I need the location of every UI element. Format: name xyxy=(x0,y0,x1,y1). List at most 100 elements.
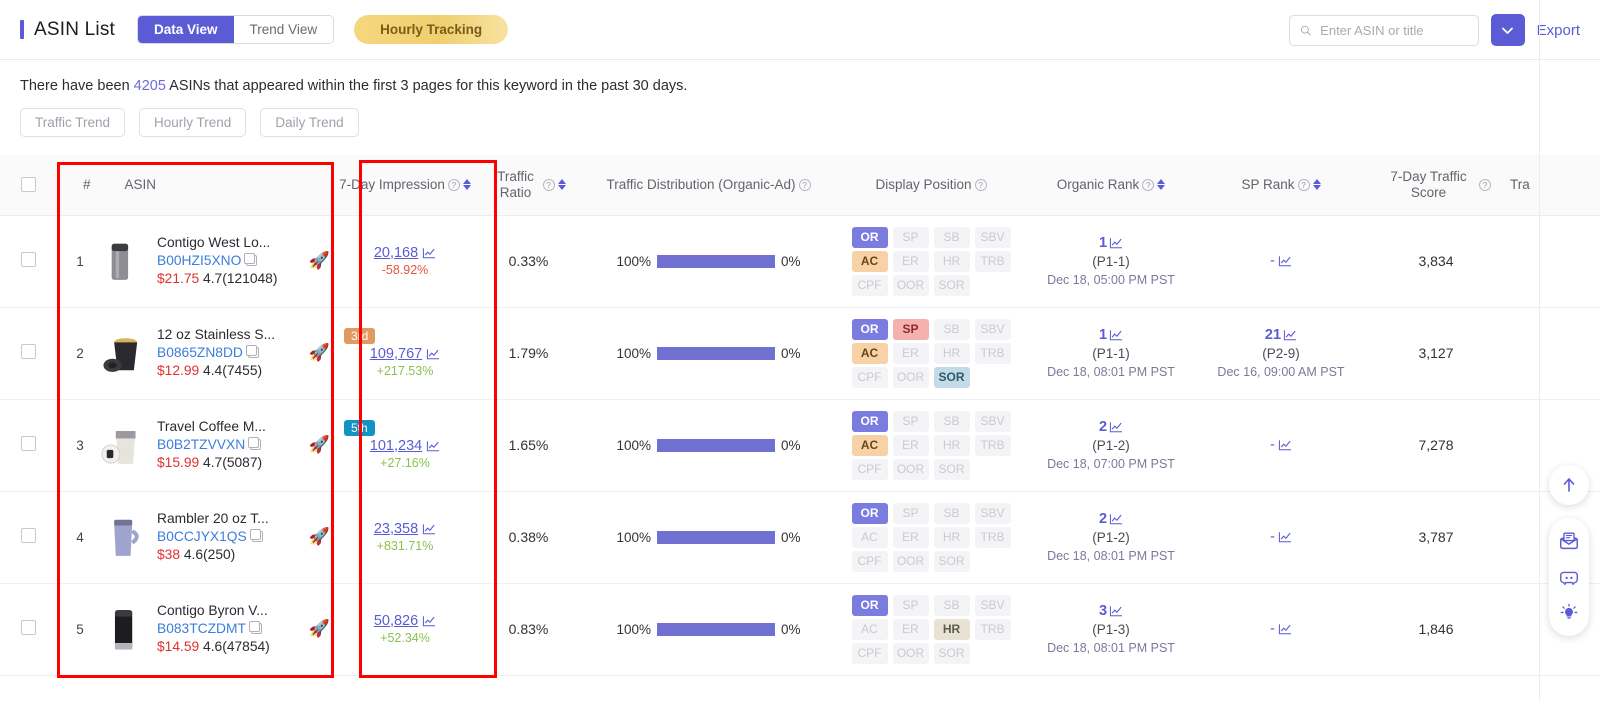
position-chip-or[interactable]: OR xyxy=(851,226,888,248)
sp-rank-value-link[interactable]: 21 xyxy=(1200,325,1362,345)
trend-chart-icon[interactable] xyxy=(1109,329,1123,341)
tab-trend-view[interactable]: Trend View xyxy=(233,16,334,43)
product-image[interactable] xyxy=(101,324,147,382)
help-icon[interactable]: ? xyxy=(798,178,811,191)
trend-chart-icon[interactable] xyxy=(1109,605,1123,617)
tab-data-view[interactable]: Data View xyxy=(138,16,234,43)
view-switch[interactable]: Data View Trend View xyxy=(137,15,335,44)
position-chip-sbv[interactable]: SBV xyxy=(974,318,1011,340)
position-chip-sp[interactable]: SP xyxy=(892,318,929,340)
position-chip-or[interactable]: OR xyxy=(851,410,888,432)
position-chip-ac[interactable]: AC xyxy=(851,250,888,272)
hourly-tracking-button[interactable]: Hourly Tracking xyxy=(354,15,509,44)
position-chip-ac[interactable]: AC xyxy=(851,526,888,548)
export-button[interactable]: Export xyxy=(1537,22,1580,39)
organic-rank-value-link[interactable]: 1 xyxy=(1030,325,1192,345)
th-sp-rank[interactable]: SP Rank ? xyxy=(1196,155,1366,216)
position-chip-cpf[interactable]: CPF xyxy=(851,550,888,572)
position-chip-sor[interactable]: SOR xyxy=(933,366,970,388)
product-image[interactable] xyxy=(101,416,147,474)
position-chip-hr[interactable]: HR xyxy=(933,250,970,272)
rocket-icon[interactable]: 🚀 xyxy=(309,619,330,639)
trend-chart-icon[interactable] xyxy=(426,348,440,360)
position-chip-sb[interactable]: SB xyxy=(933,410,970,432)
sp-rank-empty[interactable]: - xyxy=(1200,437,1362,453)
product-image[interactable] xyxy=(101,600,147,658)
position-chip-trb[interactable]: TRB xyxy=(974,342,1011,364)
position-chip-hr[interactable]: HR xyxy=(933,342,970,364)
position-chip-sb[interactable]: SB xyxy=(933,318,970,340)
table-row[interactable]: 4 Rambler 20 oz T... B0CCJYX1QS $38 4.6(… xyxy=(0,491,1600,584)
copy-icon[interactable] xyxy=(249,529,263,543)
position-chip-er[interactable]: ER xyxy=(892,250,929,272)
position-chip-cpf[interactable]: CPF xyxy=(851,458,888,480)
position-chip-trb[interactable]: TRB xyxy=(974,250,1011,272)
help-icon[interactable]: ? xyxy=(447,178,460,191)
position-chip-sor[interactable]: SOR xyxy=(933,274,970,296)
trend-chart-icon[interactable] xyxy=(1109,513,1123,525)
position-chip-hr[interactable]: HR xyxy=(933,434,970,456)
position-chip-sp[interactable]: SP xyxy=(892,410,929,432)
copy-icon[interactable] xyxy=(248,437,262,451)
position-chip-trb[interactable]: TRB xyxy=(974,526,1011,548)
position-chip-sor[interactable]: SOR xyxy=(933,550,970,572)
position-chip-trb[interactable]: TRB xyxy=(974,434,1011,456)
trend-chart-icon[interactable] xyxy=(1283,329,1297,341)
rocket-icon[interactable]: 🚀 xyxy=(309,527,330,547)
product-asin[interactable]: B083TCZDMT xyxy=(157,620,246,638)
position-chip-trb[interactable]: TRB xyxy=(974,618,1011,640)
organic-rank-value-link[interactable]: 2 xyxy=(1030,417,1192,437)
th-impression[interactable]: 7-Day Impression ? xyxy=(334,155,476,216)
table-row[interactable]: 1 Contigo West Lo... B00HZI5XNO $21.75 4… xyxy=(0,215,1600,308)
th-traffic-ratio[interactable]: Traffic Ratio ? xyxy=(476,155,581,216)
row-select-cell[interactable] xyxy=(0,583,57,676)
position-chip-or[interactable]: OR xyxy=(851,502,888,524)
daily-trend-button[interactable]: Daily Trend xyxy=(260,108,359,137)
product-image[interactable] xyxy=(101,508,147,566)
position-chip-sp[interactable]: SP xyxy=(892,502,929,524)
position-chip-sbv[interactable]: SBV xyxy=(974,226,1011,248)
row-select-cell[interactable] xyxy=(0,307,57,400)
trend-chart-icon[interactable] xyxy=(1109,421,1123,433)
table-row[interactable]: 3 Travel Coffee M... B0B2TZVVXN $15.99 4… xyxy=(0,399,1600,492)
row-checkbox[interactable] xyxy=(21,528,36,543)
trend-chart-icon[interactable] xyxy=(1278,255,1292,267)
th-select-all[interactable] xyxy=(0,155,57,216)
sp-rank-empty[interactable]: - xyxy=(1200,621,1362,637)
help-icon[interactable]: ? xyxy=(542,178,555,191)
copy-icon[interactable] xyxy=(244,253,258,267)
search-dropdown-button[interactable] xyxy=(1490,14,1525,46)
copy-icon[interactable] xyxy=(248,621,262,635)
rocket-icon[interactable]: 🚀 xyxy=(309,435,330,455)
impression-value-link[interactable]: 23,358 xyxy=(374,521,436,537)
trend-chart-icon[interactable] xyxy=(1278,439,1292,451)
position-chip-ac[interactable]: AC xyxy=(851,434,888,456)
product-title[interactable]: 12 oz Stainless S... xyxy=(157,326,299,344)
scroll-to-top-button[interactable] xyxy=(1549,465,1589,505)
position-chip-oor[interactable]: OOR xyxy=(892,550,929,572)
position-chip-sor[interactable]: SOR xyxy=(933,642,970,664)
row-checkbox[interactable] xyxy=(21,436,36,451)
organic-rank-value-link[interactable]: 2 xyxy=(1030,509,1192,529)
trend-chart-icon[interactable] xyxy=(422,247,436,259)
product-title[interactable]: Contigo Byron V... xyxy=(157,602,299,620)
hourly-trend-button[interactable]: Hourly Trend xyxy=(139,108,247,137)
product-image[interactable] xyxy=(101,232,147,290)
table-row[interactable]: 2 12 oz Stainless S... B0865ZN8DD $12.99… xyxy=(0,307,1600,400)
position-chip-er[interactable]: ER xyxy=(892,434,929,456)
trend-chart-icon[interactable] xyxy=(1109,237,1123,249)
impression-value-link[interactable]: 20,168 xyxy=(374,245,436,261)
search-box[interactable] xyxy=(1288,14,1479,46)
sort-icon[interactable] xyxy=(1157,179,1166,191)
position-chip-ac[interactable]: AC xyxy=(851,618,888,640)
help-icon[interactable]: ? xyxy=(974,178,987,191)
position-chip-sb[interactable]: SB xyxy=(933,226,970,248)
position-chip-er[interactable]: ER xyxy=(892,618,929,640)
position-chip-hr[interactable]: HR xyxy=(933,526,970,548)
row-checkbox[interactable] xyxy=(21,344,36,359)
row-select-cell[interactable] xyxy=(0,215,57,308)
organic-rank-value-link[interactable]: 3 xyxy=(1030,601,1192,621)
trend-chart-icon[interactable] xyxy=(422,523,436,535)
position-chip-cpf[interactable]: CPF xyxy=(851,642,888,664)
position-chip-oor[interactable]: OOR xyxy=(892,458,929,480)
